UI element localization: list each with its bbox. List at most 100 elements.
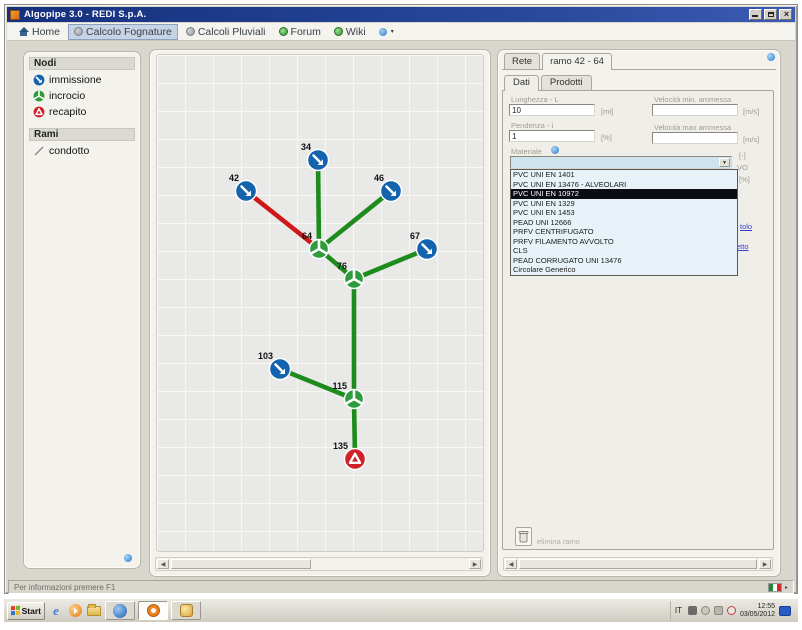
material-option[interactable]: Circolare Generico	[511, 265, 737, 275]
rain-calc-icon	[186, 27, 195, 36]
material-option[interactable]: PRFV CENTRIFUGATO	[511, 227, 737, 237]
internet-explorer-icon[interactable]: e	[48, 603, 64, 619]
nav-bar: Home Calcolo Fognature Calcoli Pluviali …	[7, 23, 795, 41]
language-indicator[interactable]: IT	[675, 606, 682, 615]
lunghezza-input[interactable]	[509, 104, 595, 116]
dropdown-arrow-icon[interactable]: ▼	[719, 158, 730, 167]
nav-item-forum[interactable]: Forum	[274, 25, 326, 39]
nav-item-home[interactable]: Home	[14, 25, 65, 39]
panel-help-icon[interactable]	[767, 53, 775, 61]
canvas-hscrollbar[interactable]: ◀ ▶	[155, 557, 483, 571]
tab-rete[interactable]: Rete	[504, 53, 540, 69]
gold-app-icon	[180, 604, 193, 617]
node-label: 46	[374, 173, 384, 183]
italian-flag-icon[interactable]	[768, 583, 782, 592]
material-option[interactable]: PRFV FILAMENTO AVVOLTO	[511, 237, 737, 247]
scrollbar-thumb[interactable]	[171, 559, 311, 569]
task-button-gold[interactable]	[171, 601, 201, 620]
recapito-icon	[33, 106, 45, 118]
materiale-info-icon[interactable]	[551, 146, 559, 154]
network-panel: 34 42 46 64 67 76 103 115 135 ◀ ▶	[149, 49, 491, 577]
flag-dropdown-icon[interactable]: ▸	[785, 584, 788, 591]
titlebar[interactable]: Algopipe 3.0 - REDI S.p.A. ×	[7, 7, 795, 22]
panel-hscrollbar[interactable]: ◀ ▶	[503, 557, 773, 571]
taskbar: Start e IT 12:55 03/05/2012	[4, 598, 798, 622]
nav-item-wiki[interactable]: Wiki	[329, 25, 371, 39]
node-46[interactable]: 46	[374, 173, 402, 202]
node-label: 64	[302, 231, 312, 241]
material-option[interactable]: PEAD CORRUGATO UNI 13476	[511, 256, 737, 266]
node-115[interactable]: 115	[332, 381, 363, 409]
task-button-globe[interactable]	[105, 601, 135, 620]
node-42[interactable]: 42	[229, 173, 257, 202]
material-option[interactable]: PVC UNI EN 1401	[511, 170, 737, 180]
media-player-icon[interactable]	[67, 603, 83, 619]
legend-item-recapito: recapito	[24, 104, 140, 120]
tray-icon-2[interactable]	[701, 606, 710, 615]
nav-item-calcoli-pluviali[interactable]: Calcoli Pluviali	[181, 25, 271, 39]
sidebar-help-icon[interactable]	[124, 554, 132, 562]
globe-icon	[113, 604, 127, 618]
materiale-dropdown[interactable]: ▼	[510, 156, 732, 169]
scroll-right-icon[interactable]: ▶	[469, 559, 481, 569]
velocita-max-label: Velocità max ammessa	[654, 123, 731, 132]
delete-branch-button[interactable]	[515, 527, 532, 546]
obscured-link-1[interactable]: tolo	[740, 222, 752, 231]
node-135[interactable]: 135	[333, 441, 366, 470]
material-option[interactable]: PVC UNI EN 1453	[511, 208, 737, 218]
status-bar: Per informazioni premere F1 ▸	[8, 580, 794, 594]
velocita-max-input[interactable]	[652, 132, 738, 144]
pendenza-unit: [%]	[601, 133, 612, 142]
window-title: Algopipe 3.0 - REDI S.p.A.	[24, 9, 146, 20]
start-button[interactable]: Start	[7, 602, 45, 620]
node-label: 67	[410, 231, 420, 241]
dati-tab-page: Lunghezza - L [mt] Velocità min. ammessa…	[502, 90, 774, 550]
desktop: Algopipe 3.0 - REDI S.p.A. × Home Calcol…	[0, 0, 802, 630]
legend-item-immissione: immissione	[24, 72, 140, 88]
legend-item-condotto: condotto	[24, 143, 140, 159]
folder-icon[interactable]	[86, 603, 102, 619]
node-64[interactable]: 64	[302, 231, 329, 259]
tray-icon-1[interactable]	[688, 606, 697, 615]
velocita-max-unit: [m/s]	[743, 135, 759, 144]
nav-item-calcolo-fognature[interactable]: Calcolo Fognature	[68, 24, 178, 40]
scroll-left-icon[interactable]: ◀	[505, 559, 517, 569]
velocita-min-input[interactable]	[652, 104, 738, 116]
node-103[interactable]: 103	[258, 351, 291, 380]
task-button-algopipe[interactable]	[138, 601, 168, 620]
restore-button[interactable]	[764, 9, 777, 20]
node-34[interactable]: 34	[301, 142, 329, 171]
scroll-left-icon[interactable]: ◀	[157, 559, 169, 569]
pendenza-input[interactable]	[509, 130, 595, 142]
edge-34-64[interactable]	[318, 160, 319, 249]
network-tray-icon[interactable]	[779, 606, 791, 616]
forum-globe-icon	[279, 27, 288, 36]
network-canvas[interactable]: 34 42 46 64 67 76 103 115 135	[156, 54, 484, 552]
tray-icon-antivirus[interactable]	[727, 606, 736, 615]
edge-67-76[interactable]	[354, 249, 427, 279]
material-option[interactable]: PVC UNI EN 10972	[511, 189, 737, 199]
tray-clock: 12:55 03/05/2012	[740, 603, 775, 619]
obscured-unit-mid: [%]	[739, 175, 750, 184]
tab-ramo-42-64[interactable]: ramo 42 - 64	[542, 53, 612, 70]
node-label: 76	[337, 261, 347, 271]
subtab-dati[interactable]: Dati	[504, 75, 539, 91]
material-option[interactable]: PEAD UNI 12666	[511, 218, 737, 228]
legend-header-nodi: Nodi	[29, 57, 135, 70]
network-diagram: 34 42 46 64 67 76 103 115 135	[157, 55, 484, 552]
material-dropdown-list: PVC UNI EN 1401PVC UNI EN 13476 - ALVEOL…	[510, 169, 738, 276]
minimize-button[interactable]	[749, 9, 762, 20]
algopipe-icon	[147, 604, 160, 617]
subtab-prodotti[interactable]: Prodotti	[541, 75, 592, 90]
sewer-calc-icon	[74, 27, 83, 36]
close-button[interactable]: ×	[779, 9, 792, 20]
scroll-right-icon[interactable]: ▶	[759, 559, 771, 569]
material-option[interactable]: CLS	[511, 246, 737, 256]
node-76[interactable]: 76	[337, 261, 364, 289]
scrollbar-thumb[interactable]	[519, 559, 757, 569]
edge-46-64[interactable]	[319, 191, 391, 249]
tray-icon-3[interactable]	[714, 606, 723, 615]
material-option[interactable]: PVC UNI EN 1329	[511, 199, 737, 209]
nav-extra-menu[interactable]: ▾	[374, 27, 399, 37]
material-option[interactable]: PVC UNI EN 13476 - ALVEOLARI	[511, 180, 737, 190]
